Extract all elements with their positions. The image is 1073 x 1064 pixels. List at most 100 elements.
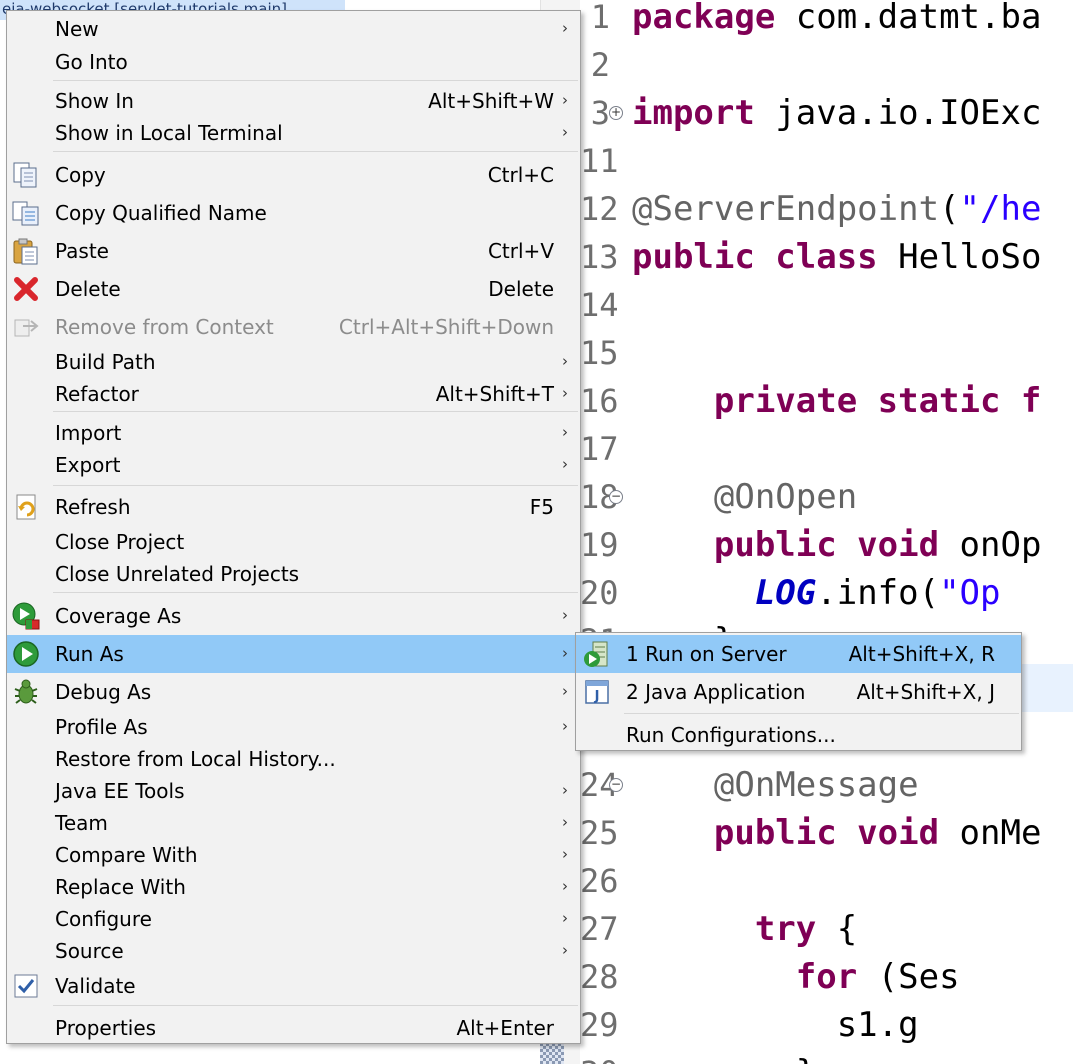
code-line[interactable]: 18− @OnOpen [580, 478, 1073, 526]
submenu-item-run-on-server[interactable]: 1 Run on Server Alt+Shift+X, R [576, 635, 1021, 673]
menu-item-import[interactable]: Import › [7, 416, 580, 450]
menu-item-refresh[interactable]: Refresh F5 [7, 490, 580, 524]
code-token: @OnMessage [713, 765, 919, 805]
code-line[interactable]: 16 private static f [580, 382, 1073, 430]
code-line[interactable]: 27 try { [580, 910, 1073, 958]
submenu-item-java-application[interactable]: J 2 Java Application Alt+Shift+X, J [576, 673, 1021, 711]
menu-item-replace-with[interactable]: Replace With › [7, 870, 580, 904]
debug-icon [11, 677, 41, 707]
code-line[interactable]: 12 @ServerEndpoint("/he [580, 190, 1073, 238]
menu-item-show-in[interactable]: Show In Alt+Shift+W › [7, 84, 580, 118]
menu-item-coverage-as[interactable]: Coverage As › [7, 599, 580, 633]
menu-item-java-ee-tools[interactable]: Java EE Tools › [7, 774, 580, 808]
menu-item-copy[interactable]: Copy Ctrl+C [7, 158, 580, 192]
code-text: s1.g [632, 1006, 919, 1044]
menu-item-debug-as[interactable]: Debug As › [7, 675, 580, 709]
code-token: public class [632, 237, 878, 277]
menu-item-restore-from-local-history[interactable]: Restore from Local History... [7, 742, 580, 776]
collapse-fold-icon[interactable]: − [609, 490, 623, 504]
code-token: package [632, 0, 776, 37]
code-line[interactable]: 28 for (Ses [580, 958, 1073, 1006]
code-line[interactable]: 29 s1.g [580, 1006, 1073, 1054]
code-text: public void onOp [632, 525, 1042, 565]
code-token: "/he [959, 189, 1042, 229]
submenu-item-run-configurations[interactable]: Run Configurations... [576, 716, 1021, 754]
menu-item-run-as[interactable]: Run As › [7, 635, 580, 673]
submenu-item-label: Run Configurations... [626, 723, 836, 747]
menu-item-label: Team [55, 811, 108, 835]
context-menu: New › Go Into Show In Alt+Shift+W › Show in Lo… [6, 10, 581, 1044]
menu-item-label: Refactor [55, 382, 139, 406]
menu-item-new[interactable]: New › [7, 12, 580, 46]
menu-item-close-project[interactable]: Close Project [7, 525, 580, 559]
menu-item-refactor[interactable]: Refactor Alt+Shift+T › [7, 377, 580, 411]
code-token: onMe [959, 813, 1042, 853]
code-line[interactable]: 2 [580, 46, 1073, 94]
code-line[interactable]: 26 [580, 862, 1073, 910]
code-text: import java.io.IOExc [632, 94, 1041, 132]
chevron-right-icon: › [562, 606, 568, 625]
menu-item-label: Remove from Context [55, 315, 274, 339]
copy-qualified-name-icon [11, 198, 41, 228]
menu-item-properties[interactable]: Properties Alt+Enter [7, 1011, 580, 1045]
code-line[interactable]: 17 [580, 430, 1073, 478]
menu-item-copy-qualified-name[interactable]: Copy Qualified Name [7, 196, 580, 230]
code-line[interactable]: 19 public void onOp [580, 526, 1073, 574]
menu-item-team[interactable]: Team › [7, 806, 580, 840]
menu-item-label: Import [55, 421, 122, 445]
menu-item-compare-with[interactable]: Compare With › [7, 838, 580, 872]
menu-separator [53, 80, 578, 81]
code-editor[interactable]: 1 package com.datmt.ba 2 3 + import java.io.I… [580, 0, 1073, 1064]
code-token: (Ses [857, 957, 960, 997]
line-number: 1 [590, 0, 610, 36]
menu-item-label: Build Path [55, 350, 156, 374]
line-number: 15 [580, 334, 619, 372]
validate-icon [11, 971, 41, 1001]
code-line[interactable]: 25 public void onMe [580, 814, 1073, 862]
code-line[interactable]: 3 + import java.io.IOExc [580, 94, 1073, 142]
code-text: public void onMe [632, 813, 1042, 853]
chevron-right-icon: › [562, 781, 568, 800]
menu-item-go-into[interactable]: Go Into [7, 45, 580, 79]
menu-item-label: Restore from Local History... [55, 747, 336, 771]
line-number: 30 [580, 1054, 619, 1064]
code-line[interactable]: 11 [580, 142, 1073, 190]
collapse-fold-icon[interactable]: − [609, 778, 623, 792]
chevron-right-icon: › [562, 909, 568, 928]
code-line[interactable]: 30 } [580, 1054, 1073, 1064]
code-token: } [632, 1053, 816, 1064]
code-line[interactable]: 14 [580, 286, 1073, 334]
expand-fold-icon[interactable]: + [609, 106, 623, 120]
menu-item-configure[interactable]: Configure › [7, 902, 580, 936]
code-token: HelloSo [898, 237, 1042, 277]
line-number: 24 [580, 766, 619, 804]
code-line[interactable]: 13 public class HelloSo [580, 238, 1073, 286]
menu-item-build-path[interactable]: Build Path › [7, 345, 580, 379]
menu-item-show-in-local-terminal[interactable]: Show in Local Terminal › [7, 116, 580, 150]
java-application-icon: J [582, 677, 612, 707]
menu-item-label: Compare With [55, 843, 198, 867]
menu-item-close-unrelated-projects[interactable]: Close Unrelated Projects [7, 557, 580, 591]
menu-separator [53, 1005, 578, 1006]
menu-item-export[interactable]: Export › [7, 448, 580, 482]
chevron-right-icon: › [562, 813, 568, 832]
menu-item-source[interactable]: Source › [7, 934, 580, 968]
menu-item-label: Coverage As [55, 604, 182, 628]
code-line[interactable]: 1 package com.datmt.ba [580, 0, 1073, 46]
menu-item-paste[interactable]: Paste Ctrl+V [7, 234, 580, 268]
code-line[interactable]: 15 [580, 334, 1073, 382]
code-token: java.io.IOExc [775, 93, 1042, 133]
menu-item-delete[interactable]: Delete Delete [7, 272, 580, 306]
code-line[interactable]: 24− @OnMessage [580, 766, 1073, 814]
code-line[interactable]: 20 LOG.info("Op [580, 574, 1073, 622]
chevron-right-icon: › [562, 352, 568, 371]
menu-item-profile-as[interactable]: Profile As › [7, 710, 580, 744]
menu-item-label: Refresh [55, 495, 131, 519]
menu-item-validate[interactable]: Validate [7, 969, 580, 1003]
line-number: 29 [580, 1006, 619, 1044]
menu-item-shortcut: Alt+Shift+T [435, 382, 554, 406]
